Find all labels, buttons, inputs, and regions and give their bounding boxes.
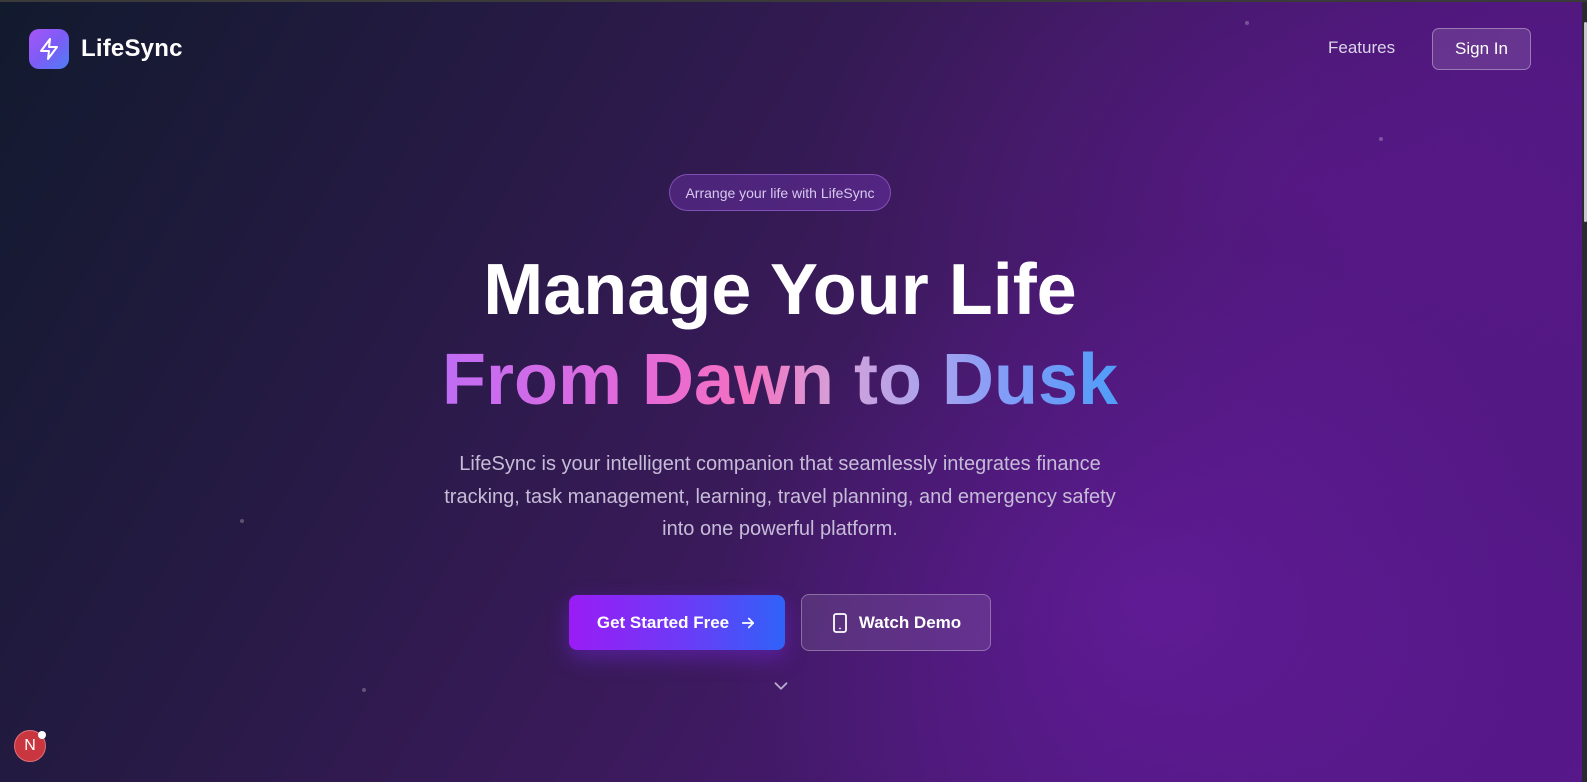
notification-dot xyxy=(38,731,46,739)
lightning-bolt-icon xyxy=(29,29,69,69)
scrollbar-track[interactable] xyxy=(1582,2,1587,782)
hero-headline-gradient-text: From Dawn to Dusk xyxy=(441,340,1119,420)
smartphone-icon xyxy=(831,612,849,633)
decorative-dot xyxy=(362,688,366,692)
hero-description: LifeSync is your intelligent companion t… xyxy=(444,453,1116,540)
landing-page: LifeSync Features Sign In Arrange your l… xyxy=(0,0,1587,782)
brand-logo[interactable]: LifeSync xyxy=(29,29,183,69)
chevron-down-icon[interactable] xyxy=(770,675,792,697)
brand-name: LifeSync xyxy=(81,35,183,62)
nav-link-features[interactable]: Features xyxy=(1328,38,1395,58)
hero-headline: Manage Your Life xyxy=(483,250,1077,330)
sign-in-button[interactable]: Sign In xyxy=(1432,28,1531,70)
decorative-dot xyxy=(240,519,244,523)
hero-headline-gradient: From Dawn to Dusk xyxy=(0,338,1560,422)
get-started-button[interactable]: Get Started Free xyxy=(569,595,785,650)
avatar-letter: N xyxy=(24,737,36,754)
watch-demo-label: Watch Demo xyxy=(858,612,962,632)
decorative-dot xyxy=(1245,21,1249,25)
tagline-badge: Arrange your life with LifeSync xyxy=(669,174,891,211)
arrow-right-icon xyxy=(739,614,757,632)
decorative-dot xyxy=(1379,137,1383,141)
get-started-label: Get Started Free xyxy=(596,612,730,632)
watch-demo-button[interactable]: Watch Demo xyxy=(801,594,991,651)
